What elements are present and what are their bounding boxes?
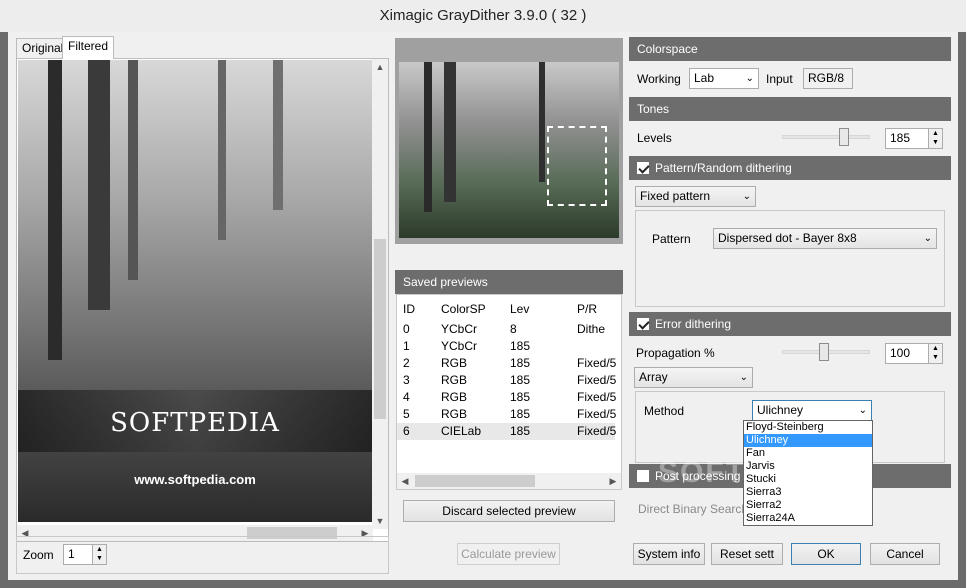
chevron-down-icon: ⌄ [742, 191, 751, 202]
ok-button[interactable]: OK [791, 543, 861, 565]
tab-filtered[interactable]: Filtered [62, 36, 115, 59]
method-option[interactable]: Fan [744, 447, 872, 460]
table-scroll-thumb[interactable] [415, 475, 535, 487]
levels-spinner[interactable]: ▲ ▼ [929, 128, 943, 149]
system-info-button[interactable]: System info [633, 543, 705, 565]
brand-url: www.softpedia.com [134, 472, 256, 487]
input-colorspace-value: RGB/8 [803, 68, 853, 89]
saved-previews-header: Saved previews [395, 270, 623, 294]
working-label: Working [637, 72, 681, 86]
pattern-mode-select[interactable]: Fixed pattern ⌄ [635, 186, 756, 207]
method-option[interactable]: Stucki [744, 473, 872, 486]
colorspace-header: Colorspace [629, 37, 951, 61]
vertical-scroll-thumb[interactable] [374, 239, 386, 419]
table-horizontal-scrollbar[interactable]: ◀ ▶ [397, 473, 621, 489]
table-row[interactable]: 6 CIELab 185 Fixed/5 [397, 423, 616, 440]
method-option[interactable]: Floyd-Steinberg [744, 421, 872, 434]
pattern-label: Pattern [652, 232, 691, 246]
propagation-spinner[interactable]: ▲ ▼ [929, 343, 943, 364]
filtered-image-viewer: SOFTPEDIA www.softpedia.com ▲ ▼ ◀ ▶ [16, 58, 389, 542]
table-row[interactable]: 5 RGB 185 Fixed/5 [397, 406, 616, 423]
method-dropdown-list: Floyd-Steinberg Ulichney Fan Jarvis Stuc… [743, 420, 873, 526]
zoom-label: Zoom [23, 548, 54, 562]
error-dithering-header-label: Error dithering [655, 317, 732, 331]
method-option-selected[interactable]: Ulichney [744, 434, 872, 447]
method-label: Method [644, 404, 685, 418]
method-option[interactable]: Sierra3 [744, 486, 872, 499]
preview-selection-rectangle[interactable] [547, 126, 607, 206]
pattern-random-header: Pattern/Random dithering [629, 156, 951, 180]
table-row[interactable]: 2 RGB 185 Fixed/5 [397, 355, 616, 372]
brand-text: SOFTPEDIA [110, 408, 280, 438]
preview-thumbnail [399, 62, 619, 238]
chevron-down-icon: ⌄ [923, 233, 932, 244]
discard-preview-button[interactable]: Discard selected preview [403, 500, 615, 522]
pattern-group: Pattern Dispersed dot - Bayer 8x8 ⌄ [635, 210, 945, 307]
saved-previews-table: ID ColorSP Lev P/R Dithe 0 YCbCr 8 1 YCbCr 1… [396, 294, 622, 490]
chevron-down-icon: ⌄ [745, 73, 754, 84]
table-row[interactable]: 3 RGB 185 Fixed/5 [397, 372, 616, 389]
error-mode-select[interactable]: Array ⌄ [634, 367, 753, 388]
preview-thumbnail-frame [395, 38, 623, 244]
chevron-down-icon: ⌄ [739, 372, 748, 383]
image-vertical-scrollbar[interactable]: ▲ ▼ [372, 59, 388, 529]
method-option[interactable]: Sierra24A [744, 512, 872, 525]
zoom-group: Zoom 1 ▲ ▼ [16, 536, 389, 574]
zoom-input[interactable]: 1 [63, 544, 93, 565]
table-row[interactable]: 4 RGB 185 Fixed/5 [397, 389, 616, 406]
pattern-select[interactable]: Dispersed dot - Bayer 8x8 ⌄ [713, 228, 937, 249]
levels-slider-thumb[interactable] [839, 128, 849, 146]
levels-slider-track[interactable] [782, 135, 870, 139]
table-row[interactable]: 1 YCbCr 185 [397, 338, 615, 355]
post-processing-checkbox[interactable] [637, 470, 649, 482]
propagation-slider-thumb[interactable] [819, 343, 829, 361]
pattern-random-checkbox[interactable] [637, 162, 649, 174]
zoom-spinner[interactable]: ▲ ▼ [93, 544, 107, 565]
window-title: Ximagic GrayDither 3.9.0 ( 32 ) [0, 0, 966, 32]
calculate-preview-button[interactable]: Calculate preview [457, 543, 560, 565]
input-label: Input [766, 72, 793, 86]
method-select[interactable]: Ulichney ⌄ [752, 400, 872, 421]
reset-settings-button[interactable]: Reset sett [711, 543, 783, 565]
levels-input[interactable]: 185 [885, 128, 929, 149]
levels-label: Levels [637, 131, 672, 145]
column-id[interactable]: ID [403, 299, 415, 319]
column-colorsp[interactable]: ColorSP [441, 299, 486, 319]
table-row[interactable]: 0 YCbCr 8 [397, 321, 615, 338]
propagation-label: Propagation % [636, 346, 715, 360]
propagation-input[interactable]: 100 [885, 343, 929, 364]
pattern-random-header-label: Pattern/Random dithering [655, 161, 792, 175]
table-header-row: ID ColorSP Lev P/R Dithe [397, 299, 615, 336]
tones-header: Tones [629, 97, 951, 121]
cancel-button[interactable]: Cancel [870, 543, 940, 565]
error-dithering-checkbox[interactable] [637, 318, 649, 330]
column-lev[interactable]: Lev [510, 299, 529, 319]
working-colorspace-select[interactable]: Lab ⌄ [689, 68, 759, 89]
method-option[interactable]: Sierra2 [744, 499, 872, 512]
chevron-down-icon: ⌄ [858, 405, 867, 416]
method-option[interactable]: Jarvis [744, 460, 872, 473]
error-dithering-header: Error dithering [629, 312, 951, 336]
forest-image: SOFTPEDIA www.softpedia.com [18, 60, 372, 522]
